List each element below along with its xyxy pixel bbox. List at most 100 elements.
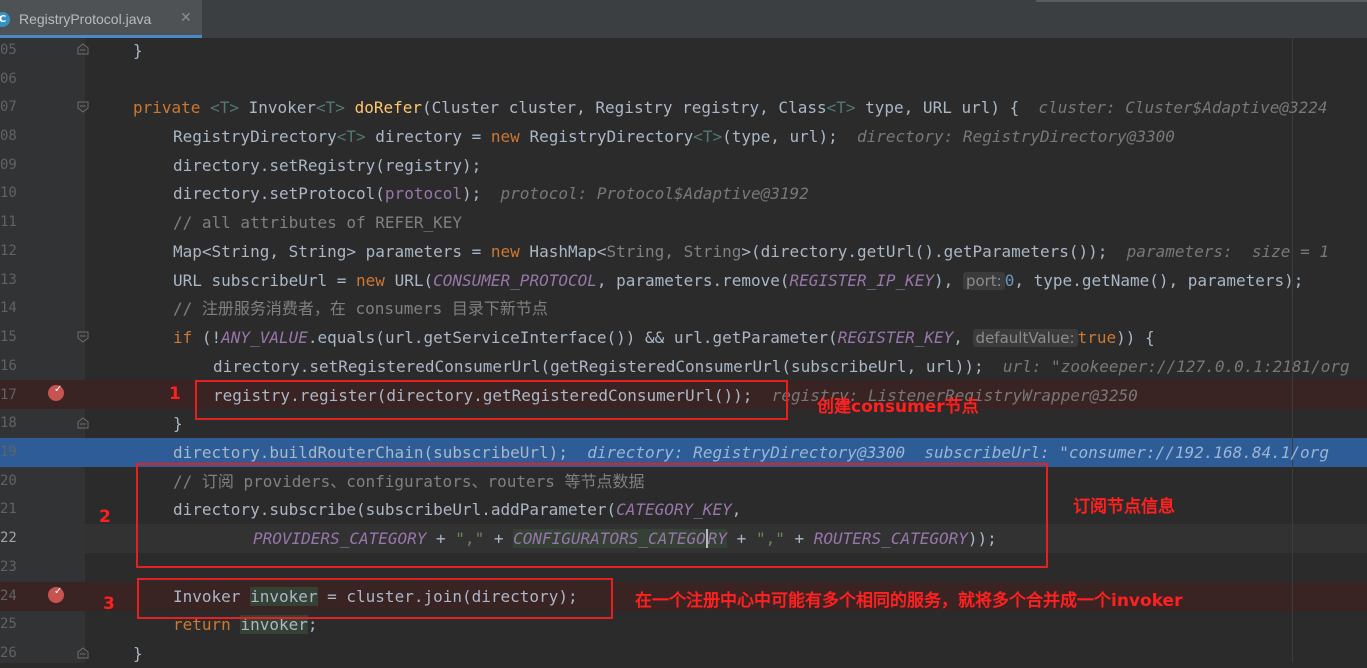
line-number: 08 <box>0 128 17 144</box>
code-comment: // all attributes of REFER_KEY <box>173 213 462 232</box>
code-line-09[interactable]: directory.setRegistry(registry); <box>173 151 481 180</box>
code-type-param: <T> <box>210 98 239 117</box>
code-keyword: new <box>490 127 520 146</box>
code-line-26[interactable]: } <box>133 639 143 668</box>
line-number: 14 <box>0 300 17 316</box>
code-text: Map<String, String> parameters = <box>173 242 491 261</box>
code-type-param: <T> <box>693 127 723 146</box>
code-text: } <box>133 41 143 60</box>
annotation-number-2: 2 <box>99 507 111 527</box>
code-text: , <box>953 328 973 347</box>
parameter-hint: defaultValue: <box>972 329 1078 347</box>
java-class-icon: C <box>0 12 10 27</box>
code-line-18[interactable]: } <box>173 409 183 438</box>
code-constant: REGISTER_KEY <box>837 328 954 347</box>
line-number: 21 <box>0 501 17 517</box>
code-text: directory.buildRouterChain(subscribeUrl)… <box>173 443 568 462</box>
code-keyword: private <box>133 98 211 117</box>
code-keyword: new <box>490 242 520 261</box>
code-text: (! <box>192 328 222 347</box>
code-text: URL( <box>384 271 434 290</box>
debug-inline-value: parameters: size = 1 <box>1107 242 1329 261</box>
code-text: RegistryDirectory <box>173 127 337 146</box>
code-line-11[interactable]: // all attributes of REFER_KEY <box>173 208 462 237</box>
fold-end-icon[interactable] <box>77 647 89 659</box>
code-text: >(directory.getUrl().getParameters()); <box>741 242 1108 261</box>
code-text: Invoker <box>238 98 317 117</box>
annotation-number-3: 3 <box>103 594 115 614</box>
line-number: 10 <box>0 185 17 201</box>
tab-registry-protocol[interactable]: C RegistryProtocol.java ✕ <box>0 0 202 38</box>
code-type-param: <T> <box>826 98 856 117</box>
code-line-12[interactable]: Map<String, String> parameters = new Has… <box>173 237 1329 266</box>
debug-inline-value: protocol: Protocol$Adaptive@3192 <box>481 184 809 203</box>
fold-start-icon[interactable] <box>77 101 89 113</box>
code-type-param: <T> <box>316 98 345 117</box>
code-line-14[interactable]: // 注册服务消费者，在 consumers 目录下新节点 <box>173 294 548 323</box>
line-number: 13 <box>0 272 17 288</box>
fold-end-icon[interactable] <box>77 43 89 55</box>
line-number: 16 <box>0 358 17 374</box>
debug-inline-value: directory: RegistryDirectory@3300 subscr… <box>567 443 1329 462</box>
code-inferred-type: String, String <box>606 242 742 261</box>
line-number: 07 <box>0 99 17 115</box>
line-number: 17 <box>0 387 17 403</box>
annotation-label-subscribe: 订阅节点信息 <box>1073 497 1175 517</box>
line-number: 26 <box>0 645 17 661</box>
tab-label: RegistryProtocol.java <box>19 11 152 27</box>
right-margin-guide <box>1292 38 1293 663</box>
breakpoint-icon[interactable]: ✓ <box>48 586 64 603</box>
debug-inline-value: url: "zookeeper://127.0.0.1:2181/org <box>983 357 1350 376</box>
debug-inline-value: directory: RegistryDirectory@3300 <box>837 127 1175 146</box>
code-keyword: new <box>356 271 385 290</box>
fold-end-icon[interactable] <box>77 417 89 429</box>
breakpoint-icon[interactable]: ✓ <box>48 384 64 401</box>
code-text: RegistryDirectory <box>519 127 694 146</box>
code-keyword: true <box>1077 328 1117 347</box>
code-text: , type.getName(), parameters); <box>1014 271 1304 290</box>
code-text: } <box>133 644 143 663</box>
line-number: 11 <box>0 214 17 230</box>
annotation-number-1: 1 <box>169 384 181 404</box>
code-text: , parameters.remove( <box>596 271 790 290</box>
code-line-15[interactable]: if (!ANY_VALUE.equals(url.getServiceInte… <box>173 323 1155 353</box>
code-line-08[interactable]: RegistryDirectory<T> directory = new Reg… <box>173 122 1175 151</box>
line-number: 22 <box>0 530 17 546</box>
code-text: HashMap< <box>519 242 607 261</box>
line-number: 24 <box>0 588 17 604</box>
code-text: type, URL url) { <box>855 98 1020 117</box>
line-number: 09 <box>0 157 17 173</box>
code-constant: ANY_VALUE <box>221 328 308 347</box>
code-text: directory.setRegisteredConsumerUrl(getRe… <box>213 357 984 376</box>
code-method-name: doRefer <box>354 98 423 117</box>
line-number: 19 <box>0 444 17 460</box>
code-line-05[interactable]: } <box>133 36 143 65</box>
parameter-hint: port: <box>962 272 1005 290</box>
annotation-box-3 <box>137 578 613 619</box>
annotation-label-create-consumer: 创建consumer节点 <box>817 397 979 417</box>
line-number: 12 <box>0 243 17 259</box>
annotation-box-2 <box>136 463 1048 568</box>
code-line-07[interactable]: private <T> Invoker<T> doRefer(Cluster c… <box>133 93 1328 122</box>
code-line-10[interactable]: directory.setProtocol(protocol); protoco… <box>173 179 809 208</box>
line-number: 20 <box>0 473 17 489</box>
code-text: directory.setProtocol( <box>173 184 385 203</box>
code-line-16[interactable]: directory.setRegisteredConsumerUrl(getRe… <box>213 352 1350 381</box>
tab-strip-edge <box>1036 0 1367 2</box>
line-number: 18 <box>0 415 17 431</box>
code-line-13[interactable]: URL subscribeUrl = new URL(CONSUMER_PROT… <box>173 266 1303 296</box>
line-number: 23 <box>0 559 17 575</box>
code-text: } <box>173 414 183 433</box>
code-comment: // 注册服务消费者，在 consumers 目录下新节点 <box>173 299 548 318</box>
close-icon[interactable]: ✕ <box>180 10 192 26</box>
code-text: directory.setRegistry(registry); <box>173 156 482 175</box>
code-text: ), <box>934 271 963 290</box>
code-number: 0 <box>1004 271 1015 290</box>
code-field: protocol <box>384 184 462 203</box>
debug-inline-value: cluster: Cluster$Adaptive@3224 <box>1019 98 1328 117</box>
line-number: 15 <box>0 329 17 345</box>
fold-start-icon[interactable] <box>77 331 89 343</box>
code-text: )) { <box>1116 328 1155 347</box>
line-number: 06 <box>0 71 17 87</box>
